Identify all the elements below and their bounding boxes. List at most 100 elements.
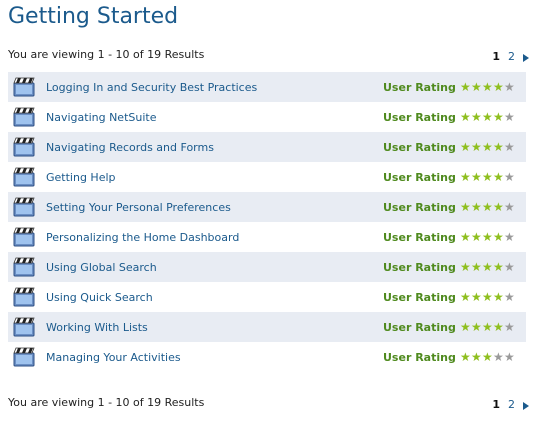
star-icon: ★ bbox=[481, 200, 493, 214]
user-rating: User Rating ★ ★ ★ ★ ★ bbox=[383, 201, 515, 214]
results-list: Logging In and Security Best Practices Us… bbox=[8, 72, 526, 372]
rating-label: User Rating bbox=[383, 170, 456, 184]
list-item: Using Quick Search User Rating ★ ★ ★ ★ ★ bbox=[8, 282, 526, 312]
star-icon: ★ bbox=[481, 260, 493, 274]
star-icon: ★ bbox=[503, 260, 515, 274]
star-icon: ★ bbox=[492, 110, 504, 124]
rating-label: User Rating bbox=[383, 80, 456, 94]
list-item: Navigating Records and Forms User Rating ★… bbox=[8, 132, 526, 162]
star-icon: ★ bbox=[481, 170, 493, 184]
video-clapper-icon[interactable] bbox=[13, 287, 35, 307]
current-page: 1 bbox=[492, 50, 500, 63]
results-summary-bottom: You are viewing 1 - 10 of 19 Results bbox=[8, 396, 205, 409]
list-item: Setting Your Personal Preferences User Ra… bbox=[8, 192, 526, 222]
star-icon: ★ bbox=[459, 320, 471, 334]
current-page: 1 bbox=[492, 398, 500, 411]
next-page-arrow-icon[interactable] bbox=[523, 53, 529, 62]
star-icon: ★ bbox=[503, 140, 515, 154]
star-icon: ★ bbox=[492, 290, 504, 304]
list-item: Using Global Search User Rating ★ ★ ★ ★ ★ bbox=[8, 252, 526, 282]
user-rating: User Rating ★ ★ ★ ★ ★ bbox=[383, 231, 515, 244]
user-rating: User Rating ★ ★ ★ ★ ★ bbox=[383, 111, 515, 124]
page-link[interactable]: 2 bbox=[508, 50, 515, 63]
list-item: Logging In and Security Best Practices Us… bbox=[8, 72, 526, 102]
star-icon: ★ bbox=[459, 350, 471, 364]
rating-label: User Rating bbox=[383, 320, 456, 334]
user-rating: User Rating ★ ★ ★ ★ ★ bbox=[383, 261, 515, 274]
star-icon: ★ bbox=[459, 140, 471, 154]
pagination-top: 1 2 bbox=[492, 50, 529, 63]
star-icon: ★ bbox=[481, 110, 493, 124]
video-clapper-icon[interactable] bbox=[13, 317, 35, 337]
user-rating: User Rating ★ ★ ★ ★ ★ bbox=[383, 351, 515, 364]
star-icon: ★ bbox=[492, 170, 504, 184]
star-icon: ★ bbox=[481, 350, 493, 364]
next-page-arrow-icon[interactable] bbox=[523, 401, 529, 410]
star-icon: ★ bbox=[481, 320, 493, 334]
star-icon: ★ bbox=[470, 170, 482, 184]
star-icon: ★ bbox=[503, 80, 515, 94]
star-icon: ★ bbox=[470, 350, 482, 364]
video-clapper-icon[interactable] bbox=[13, 257, 35, 277]
star-icon: ★ bbox=[470, 140, 482, 154]
star-icon: ★ bbox=[503, 200, 515, 214]
video-clapper-icon[interactable] bbox=[13, 137, 35, 157]
user-rating: User Rating ★ ★ ★ ★ ★ bbox=[383, 171, 515, 184]
star-icon: ★ bbox=[503, 170, 515, 184]
user-rating: User Rating ★ ★ ★ ★ ★ bbox=[383, 141, 515, 154]
list-item: Getting Help User Rating ★ ★ ★ ★ ★ bbox=[8, 162, 526, 192]
pagination-bottom: 1 2 bbox=[492, 398, 529, 411]
star-icon: ★ bbox=[481, 290, 493, 304]
star-icon: ★ bbox=[470, 200, 482, 214]
rating-label: User Rating bbox=[383, 350, 456, 364]
rating-label: User Rating bbox=[383, 110, 456, 124]
star-icon: ★ bbox=[470, 80, 482, 94]
rating-label: User Rating bbox=[383, 200, 456, 214]
star-icon: ★ bbox=[459, 80, 471, 94]
star-icon: ★ bbox=[503, 230, 515, 244]
video-clapper-icon[interactable] bbox=[13, 167, 35, 187]
page-link[interactable]: 2 bbox=[508, 398, 515, 411]
star-icon: ★ bbox=[503, 290, 515, 304]
star-icon: ★ bbox=[459, 170, 471, 184]
page-title: Getting Started bbox=[8, 4, 179, 29]
list-item: Personalizing the Home Dashboard User Rat… bbox=[8, 222, 526, 252]
user-rating: User Rating ★ ★ ★ ★ ★ bbox=[383, 81, 515, 94]
rating-label: User Rating bbox=[383, 260, 456, 274]
star-icon: ★ bbox=[470, 290, 482, 304]
star-icon: ★ bbox=[492, 230, 504, 244]
video-clapper-icon[interactable] bbox=[13, 227, 35, 247]
user-rating: User Rating ★ ★ ★ ★ ★ bbox=[383, 291, 515, 304]
video-clapper-icon[interactable] bbox=[13, 347, 35, 367]
star-icon: ★ bbox=[503, 320, 515, 334]
list-item: Navigating NetSuite User Rating ★ ★ ★ ★ ★ bbox=[8, 102, 526, 132]
video-clapper-icon[interactable] bbox=[13, 197, 35, 217]
star-icon: ★ bbox=[492, 80, 504, 94]
star-icon: ★ bbox=[459, 110, 471, 124]
star-icon: ★ bbox=[492, 140, 504, 154]
list-item: Working With Lists User Rating ★ ★ ★ ★ ★ bbox=[8, 312, 526, 342]
star-icon: ★ bbox=[492, 320, 504, 334]
star-icon: ★ bbox=[492, 200, 504, 214]
star-icon: ★ bbox=[492, 350, 504, 364]
star-icon: ★ bbox=[459, 200, 471, 214]
rating-label: User Rating bbox=[383, 230, 456, 244]
star-icon: ★ bbox=[470, 110, 482, 124]
results-summary-top: You are viewing 1 - 10 of 19 Results bbox=[8, 48, 205, 61]
star-icon: ★ bbox=[481, 80, 493, 94]
video-clapper-icon[interactable] bbox=[13, 77, 35, 97]
star-icon: ★ bbox=[470, 320, 482, 334]
star-icon: ★ bbox=[492, 260, 504, 274]
rating-label: User Rating bbox=[383, 290, 456, 304]
rating-label: User Rating bbox=[383, 140, 456, 154]
star-icon: ★ bbox=[481, 230, 493, 244]
star-icon: ★ bbox=[459, 260, 471, 274]
star-icon: ★ bbox=[470, 260, 482, 274]
video-clapper-icon[interactable] bbox=[13, 107, 35, 127]
user-rating: User Rating ★ ★ ★ ★ ★ bbox=[383, 321, 515, 334]
star-icon: ★ bbox=[481, 140, 493, 154]
star-icon: ★ bbox=[503, 110, 515, 124]
star-icon: ★ bbox=[503, 350, 515, 364]
star-icon: ★ bbox=[459, 230, 471, 244]
star-icon: ★ bbox=[459, 290, 471, 304]
